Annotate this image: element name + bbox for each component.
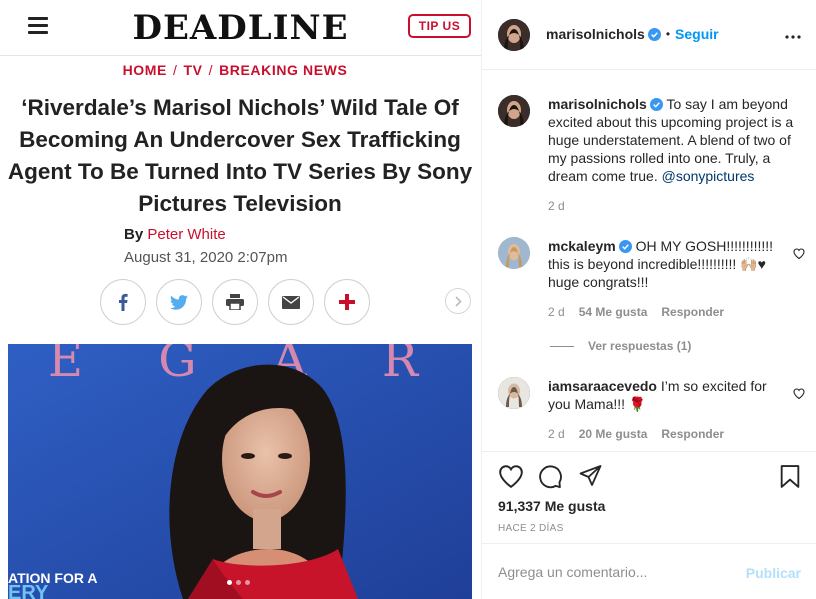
carousel-dot[interactable] (245, 580, 250, 585)
like-comment-heart-icon[interactable] (793, 386, 805, 404)
verified-badge-icon (649, 98, 663, 111)
breadcrumb: HOME / TV / BREAKING NEWS (0, 62, 470, 78)
comment-time: 2 d (548, 427, 565, 441)
comment-time: 2 d (548, 305, 565, 319)
comment-text: I’m so excited for (660, 378, 767, 394)
marisol-nichols-photo: E G A R D ATION FOR A ERY (8, 344, 472, 599)
byline-prefix: By (124, 226, 144, 243)
carousel-dot[interactable] (236, 580, 241, 585)
breadcrumb-breaking-news[interactable]: BREAKING NEWS (219, 62, 347, 78)
follow-button[interactable]: Seguir (675, 26, 719, 42)
comment-meta: 2 d 54 Me gusta Responder (548, 305, 724, 319)
byline: By Peter White (124, 226, 226, 243)
author-link[interactable]: Peter White (147, 226, 225, 243)
post-header: marisolnichols • Seguir (482, 0, 816, 70)
print-icon (226, 294, 244, 310)
comments-list[interactable]: marisolnichols To say I am beyond excite… (482, 71, 816, 451)
twitter-icon (170, 294, 188, 310)
verified-badge-icon (647, 27, 661, 41)
header-user-row: marisolnichols • Seguir (546, 26, 719, 42)
share-print-button[interactable] (212, 279, 258, 325)
avatar[interactable] (498, 19, 530, 51)
share-more-button[interactable] (324, 279, 370, 325)
post-caption: marisolnichols To say I am beyond excite… (548, 95, 803, 185)
header-separator: • (665, 27, 671, 41)
breadcrumb-separator: / (172, 62, 178, 78)
post-timestamp: HACE 2 DÍAS (498, 523, 564, 534)
comment-likes[interactable]: 20 Me gusta (579, 427, 648, 441)
breadcrumb-separator: / (208, 62, 214, 78)
replies-divider (550, 345, 574, 347)
tip-us-button[interactable]: TIP US (408, 14, 471, 38)
share-facebook-button[interactable] (100, 279, 146, 325)
comment-likes[interactable]: 54 Me gusta (579, 305, 648, 319)
comment-text: you Mama!!! 🌹 (548, 396, 647, 412)
comment-text: this is beyond incredible!!!!!!!!!! 🙌🏼♥ (548, 256, 766, 272)
comment-username[interactable]: mckaleym (548, 238, 616, 254)
mention-link[interactable]: @sonypictures (662, 168, 755, 184)
carousel-dots (227, 580, 250, 585)
comment-text: huge congrats!!! (548, 274, 649, 290)
comment-avatar[interactable] (498, 377, 530, 409)
view-replies-button[interactable]: Ver respuestas (1) (550, 339, 691, 353)
comment-item: iamsaraacevedo I’m so excited for you Ma… (548, 377, 778, 413)
save-bookmark-icon[interactable] (779, 464, 801, 494)
article-headline: ‘Riverdale’s Marisol Nichols’ Wild Tale … (7, 95, 473, 216)
deadline-article-panel: DEADLINE TIP US HOME / TV / BREAKING NEWS ‘R… (0, 0, 481, 599)
post-actions: 91,337 Me gusta HACE 2 DÍAS (482, 451, 816, 543)
share-scroll-right-button[interactable] (445, 288, 471, 314)
share-twitter-button[interactable] (156, 279, 202, 325)
facebook-icon (119, 293, 128, 311)
share-paper-plane-icon[interactable] (578, 464, 603, 493)
verified-badge-icon (618, 240, 632, 253)
more-options-icon[interactable] (785, 26, 801, 44)
comment-bubble-icon[interactable] (538, 464, 563, 494)
comment-meta: 2 d 20 Me gusta Responder (548, 427, 724, 441)
caption-avatar[interactable] (498, 95, 530, 127)
publish-button[interactable]: Publicar (746, 565, 801, 581)
like-comment-heart-icon[interactable] (793, 246, 805, 264)
caption-username[interactable]: marisolnichols (548, 96, 647, 112)
comment-username[interactable]: iamsaraacevedo (548, 378, 657, 394)
header-username[interactable]: marisolnichols (546, 26, 645, 42)
likes-count[interactable]: 91,337 Me gusta (498, 498, 605, 514)
view-replies-label: Ver respuestas (1) (588, 339, 692, 353)
carousel-dot[interactable] (227, 580, 232, 585)
article-photo[interactable]: E G A R D ATION FOR A ERY (8, 344, 472, 599)
breadcrumb-home[interactable]: HOME (123, 62, 167, 78)
share-email-button[interactable] (268, 279, 314, 325)
reply-button[interactable]: Responder (661, 427, 724, 441)
publish-date: August 31, 2020 2:07pm (124, 249, 288, 266)
comment-text: OH MY GOSH!!!!!!!!!!!! (635, 238, 774, 254)
comment-item: mckaleym OH MY GOSH!!!!!!!!!!!! this is … (548, 237, 778, 291)
comment-input[interactable] (498, 561, 728, 583)
instagram-post-panel: marisolnichols • Seguir marisolnichols T… (481, 0, 816, 599)
caption-meta: 2 d (548, 199, 565, 213)
add-comment-bar: Publicar (482, 543, 816, 599)
photo-caption-fragment: ERY (8, 582, 49, 599)
breadcrumb-tv[interactable]: TV (183, 62, 202, 78)
deadline-header: DEADLINE TIP US (0, 0, 481, 56)
comment-avatar[interactable] (498, 237, 530, 269)
plus-icon (339, 294, 355, 310)
like-heart-icon[interactable] (498, 464, 524, 493)
email-icon (282, 295, 300, 309)
chevron-right-icon (454, 295, 462, 307)
caption-time: 2 d (548, 199, 565, 213)
reply-button[interactable]: Responder (661, 305, 724, 319)
